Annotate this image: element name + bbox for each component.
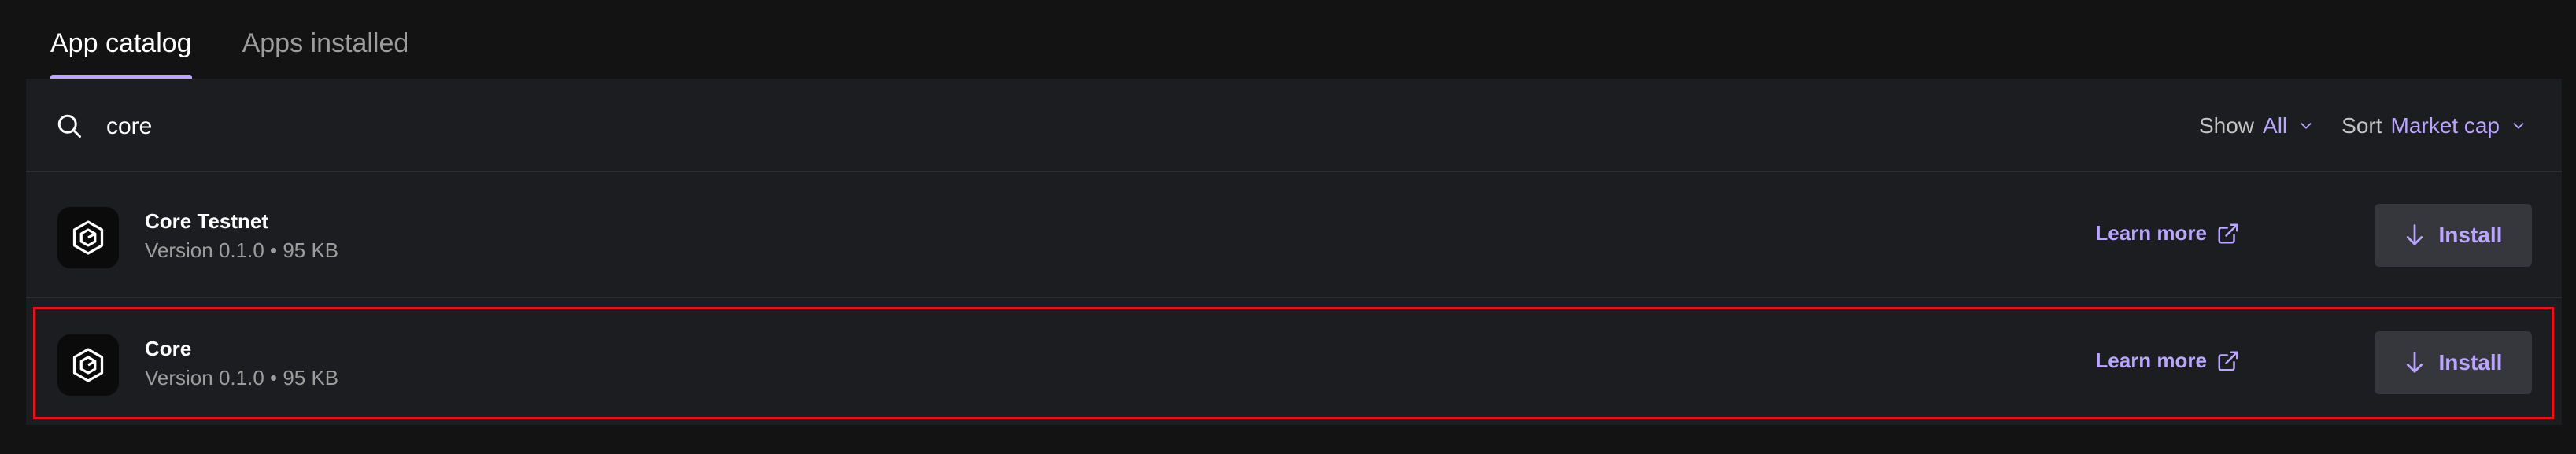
install-button[interactable]: Install	[2375, 204, 2532, 267]
core-logo-icon	[57, 334, 119, 396]
app-name: Core	[145, 337, 192, 360]
search-bar: Show All Sort Market cap	[26, 79, 2562, 172]
core-logo-icon	[57, 207, 119, 268]
list-item-core-testnet: Core Testnet Version 0.1.0 • 95 KB Learn…	[26, 174, 2562, 298]
install-label: Install	[2438, 223, 2503, 247]
learn-more-link[interactable]: Learn more	[2095, 349, 2240, 373]
show-filter-label: Show	[2198, 113, 2255, 138]
list-item-core: Core Version 0.1.0 • 95 KB Learn more In…	[26, 301, 2562, 426]
learn-more-label: Learn more	[2095, 221, 2207, 245]
chevron-down-icon	[2513, 123, 2524, 129]
filters: Show All Sort Market cap	[2199, 110, 2527, 142]
external-link-icon	[2218, 223, 2238, 243]
chevron-down-icon	[2301, 123, 2312, 129]
install-label: Install	[2438, 350, 2503, 375]
external-link-icon	[2218, 351, 2238, 371]
tab-app-catalog[interactable]: App catalog	[50, 0, 192, 79]
sort-filter-label: Sort	[2341, 113, 2382, 138]
sort-filter-value: Market cap	[2390, 113, 2500, 138]
arrow-down-icon	[2406, 352, 2423, 373]
app-meta: Version 0.1.0 • 95 KB	[145, 366, 339, 389]
learn-more-label: Learn more	[2095, 349, 2207, 372]
tab-apps-installed[interactable]: Apps installed	[242, 0, 409, 79]
app-name: Core Testnet	[145, 209, 268, 233]
app-catalog-panel: Show All Sort Market cap Core	[26, 79, 2562, 425]
install-button[interactable]: Install	[2375, 331, 2532, 394]
arrow-down-icon	[2406, 224, 2423, 245]
show-filter-value: All	[2263, 113, 2288, 138]
search-input[interactable]	[105, 109, 656, 145]
tab-bar: App catalog Apps installed	[50, 0, 408, 79]
sort-filter-dropdown[interactable]: Sort Market cap	[2341, 113, 2527, 138]
app-meta: Version 0.1.0 • 95 KB	[145, 238, 339, 262]
learn-more-link[interactable]: Learn more	[2095, 221, 2240, 245]
search-icon	[57, 114, 81, 138]
show-filter-dropdown[interactable]: Show All	[2199, 113, 2315, 138]
